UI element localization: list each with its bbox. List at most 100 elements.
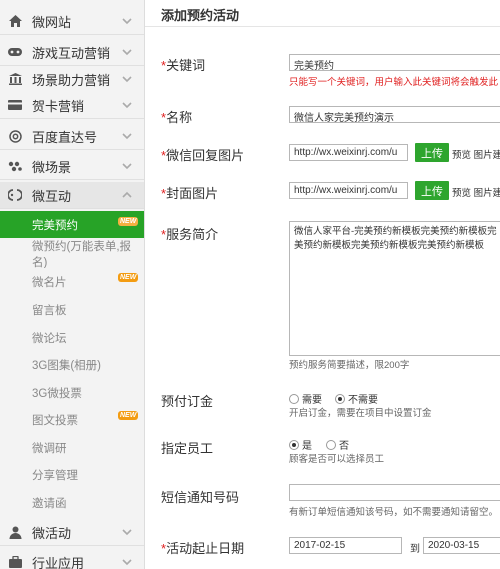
chevron-down-icon [122, 18, 132, 25]
reply-image-upload-button[interactable]: 上传 [415, 143, 449, 162]
menu-item-micro-interact[interactable]: 微互动 [0, 182, 144, 209]
new-badge: NEW [118, 217, 139, 226]
keyword-input[interactable]: 完美预约 [289, 54, 500, 71]
start-date-input[interactable]: 2017-02-15 [289, 537, 402, 554]
reply-image-label: *微信回复图片 [161, 148, 245, 163]
submenu-item-3g-gallery[interactable]: 3G图集(相册) [0, 351, 144, 378]
at-icon [8, 129, 22, 143]
submenu-item-image-vote[interactable]: 图文投票 NEW [0, 406, 144, 433]
menu-item-scene-marketing[interactable]: 场景助力营销 [0, 66, 144, 93]
submenu-item-label: 微论坛 [32, 332, 67, 345]
title-divider [145, 26, 500, 27]
briefcase-icon [8, 555, 22, 569]
submenu-item-perfect-booking[interactable]: 完美预约 NEW [0, 211, 144, 238]
submenu-item-label: 邀请函 [32, 497, 67, 510]
submenu-item-micro-booking[interactable]: 微预约(万能表单,报名) [0, 240, 144, 269]
chevron-down-icon [122, 76, 132, 83]
cover-image-label: *封面图片 [161, 186, 219, 201]
menu-item-industry-apps[interactable]: 行业应用 [0, 549, 144, 569]
staff-option-yes[interactable]: 是 [289, 437, 312, 452]
menu-item-label: 行业应用 [32, 555, 85, 569]
service-intro-label: *服务简介 [161, 227, 219, 242]
radio-button-selected[interactable] [335, 393, 345, 404]
submenu-item-label: 留言板 [32, 304, 67, 317]
end-date-input[interactable]: 2020-03-15 [423, 537, 500, 554]
radio-button-selected[interactable] [289, 439, 299, 450]
deposit-option-no[interactable]: 不需要 [335, 391, 378, 406]
deposit-option-yes[interactable]: 需要 [289, 391, 322, 406]
menu-item-label: 场景助力营销 [32, 72, 111, 88]
cover-image-preview-link[interactable]: 预览 图片建 [452, 185, 500, 199]
person-icon [8, 525, 22, 539]
menu-item-label: 微场景 [32, 159, 72, 175]
submenu-item-invitation[interactable]: 邀请函 [0, 489, 144, 516]
cover-image-input[interactable]: http://wx.weixinrj.com/u [289, 182, 408, 199]
sidebar: 微网站 游戏互动营销 场景助力营销 贺卡营销 百度直达号 微场景 微互动 完美预… [0, 0, 145, 569]
sms-label: 短信通知号码 [161, 490, 240, 505]
menu-item-label: 微活动 [32, 525, 72, 541]
chevron-down-icon [122, 102, 132, 109]
submenu-item-micro-forum[interactable]: 微论坛 [0, 324, 144, 351]
staff-option-no[interactable]: 否 [326, 437, 349, 452]
chevron-up-icon [122, 191, 132, 198]
submenu-item-label: 微调研 [32, 442, 67, 455]
gamepad-icon [8, 45, 22, 59]
building-icon [8, 72, 22, 86]
service-intro-hint: 预约服务简要描述，限200字 [289, 360, 410, 371]
keyword-hint: 只能写一个关键词，用户输入此关键词将会触发此 [289, 77, 499, 88]
deposit-label: 预付订金 [161, 394, 214, 409]
sms-input[interactable] [289, 484, 500, 501]
page-title: 添加预约活动 [161, 8, 240, 23]
submenu-item-label: 微名片 [32, 276, 67, 289]
date-separator: 到 [410, 544, 420, 555]
chevron-down-icon [122, 559, 132, 566]
staff-hint: 顾客是否可以选择员工 [289, 454, 385, 465]
menu-item-game-marketing[interactable]: 游戏互动营销 [0, 39, 144, 66]
submenu-item-label: 图文投票 [32, 414, 78, 427]
menu-item-micro-activity[interactable]: 微活动 [0, 519, 144, 546]
main-content: 添加预约活动 *关键词 完美预约 只能写一个关键词，用户输入此关键词将会触发此 … [145, 0, 500, 569]
sms-hint: 有新订单短信通知该号码，如不需要通知请留空。 [289, 507, 499, 518]
menu-item-label: 贺卡营销 [32, 98, 85, 114]
service-intro-textarea[interactable]: 微信人家平台-完美预约新模板完美预约新模板完美预约新模板完美预约新模板完美预约新… [289, 221, 500, 356]
chevron-down-icon [122, 529, 132, 536]
submenu-item-label: 3G微投票 [32, 387, 82, 400]
submenu-item-label: 分享管理 [32, 469, 78, 482]
submenu-item-3g-vote[interactable]: 3G微投票 [0, 379, 144, 406]
scenes-icon [8, 159, 22, 173]
dates-label: *活动起止日期 [161, 541, 245, 556]
chevron-down-icon [122, 163, 132, 170]
keyword-label: *关键词 [161, 58, 206, 73]
card-icon [8, 98, 22, 112]
chevron-down-icon [122, 49, 132, 56]
chevron-down-icon [122, 133, 132, 140]
menu-item-label: 游戏互动营销 [32, 45, 111, 61]
menu-item-baidu[interactable]: 百度直达号 [0, 123, 144, 150]
submenu-item-label: 微预约(万能表单,报名) [32, 240, 132, 269]
radio-button[interactable] [289, 393, 299, 404]
submenu-item-label: 完美预约 [32, 219, 78, 232]
menu-item-micro-site[interactable]: 微网站 [0, 8, 144, 35]
submenu-item-share-manage[interactable]: 分享管理 [0, 461, 144, 488]
reply-image-input[interactable]: http://wx.weixinrj.com/u [289, 144, 408, 161]
staff-label: 指定员工 [161, 441, 214, 456]
reply-image-preview-link[interactable]: 预览 图片建 [452, 147, 500, 161]
menu-item-greeting-card[interactable]: 贺卡营销 [0, 92, 144, 119]
menu-item-label: 微网站 [32, 14, 72, 30]
interact-icon [8, 188, 22, 202]
radio-button[interactable] [326, 439, 336, 450]
cover-image-upload-button[interactable]: 上传 [415, 181, 449, 200]
name-label: *名称 [161, 110, 193, 125]
name-input[interactable]: 微信人家完美预约演示 [289, 106, 500, 123]
submenu-item-micro-survey[interactable]: 微调研 [0, 434, 144, 461]
deposit-hint: 开启订金，需要在项目中设置订金 [289, 408, 432, 419]
home-icon [8, 14, 22, 28]
menu-item-label: 百度直达号 [32, 129, 98, 145]
new-badge: NEW [118, 273, 139, 282]
menu-item-micro-scene[interactable]: 微场景 [0, 153, 144, 180]
submenu-item-message-board[interactable]: 留言板 [0, 296, 144, 323]
submenu-item-label: 3G图集(相册) [32, 359, 101, 372]
submenu-item-micro-card[interactable]: 微名片 NEW [0, 268, 144, 295]
menu-item-label: 微互动 [32, 188, 72, 204]
new-badge: NEW [118, 411, 139, 420]
